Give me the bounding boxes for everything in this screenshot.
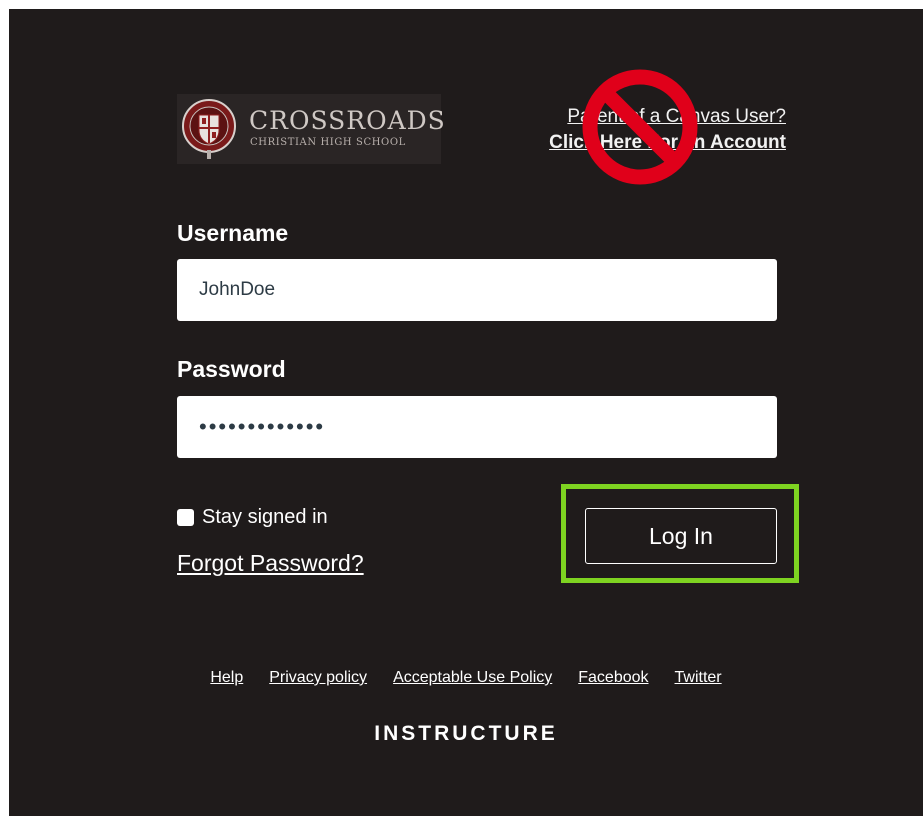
instructure-logo: INSTRUCTURE	[374, 722, 558, 745]
school-subtitle: CHRISTIAN HIGH SCHOOL	[250, 137, 406, 148]
school-seal-icon	[182, 99, 236, 159]
footer-link-help[interactable]: Help	[210, 669, 243, 687]
login-button[interactable]: Log In	[585, 508, 777, 564]
login-panel: CROSSROADS CHRISTIAN HIGH SCHOOL Parent …	[9, 9, 923, 816]
stay-signed-in-checkbox[interactable]	[177, 509, 194, 526]
footer-link-acceptable-use-policy[interactable]: Acceptable Use Policy	[393, 669, 552, 687]
username-input[interactable]: JohnDoe	[177, 259, 777, 321]
school-name: CROSSROADS	[249, 106, 446, 135]
prohibited-sign-icon	[582, 69, 698, 185]
username-label: Username	[177, 220, 289, 246]
stay-signed-in[interactable]: Stay signed in	[177, 506, 328, 529]
footer-link-facebook[interactable]: Facebook	[578, 669, 648, 687]
forgot-password-link[interactable]: Forgot Password?	[177, 550, 364, 577]
page: CROSSROADS CHRISTIAN HIGH SCHOOL Parent …	[0, 0, 923, 825]
footer-link-privacy-policy[interactable]: Privacy policy	[269, 669, 367, 687]
footer-links: Help Privacy policy Acceptable Use Polic…	[9, 669, 923, 687]
footer-link-twitter[interactable]: Twitter	[675, 669, 722, 687]
password-label: Password	[177, 356, 286, 382]
school-logo: CROSSROADS CHRISTIAN HIGH SCHOOL	[177, 94, 445, 164]
password-input[interactable]: •••••••••••••	[177, 396, 777, 458]
stay-signed-in-label: Stay signed in	[202, 506, 328, 528]
